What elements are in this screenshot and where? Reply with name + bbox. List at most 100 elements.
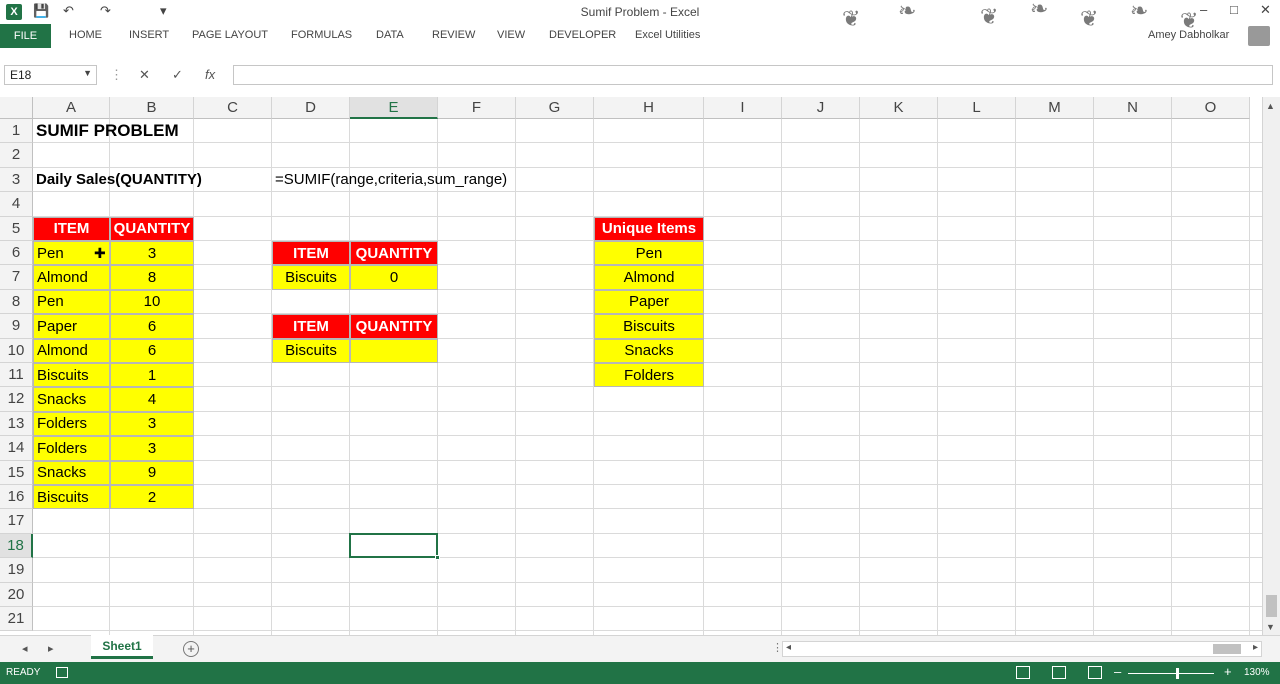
cell-a10[interactable]: Almond (33, 338, 110, 363)
row-header-21[interactable]: 21 (0, 607, 33, 632)
row-header-19[interactable]: 19 (0, 558, 33, 583)
row-header-14[interactable]: 14 (0, 436, 33, 461)
column-header-f[interactable]: F (438, 97, 516, 119)
column-header-j[interactable]: J (782, 97, 860, 119)
horizontal-scroll-thumb[interactable] (1213, 644, 1241, 654)
scroll-up-icon[interactable]: ▲ (1266, 101, 1275, 111)
zoom-slider-knob[interactable] (1176, 668, 1179, 679)
cell-a12[interactable]: Snacks (33, 387, 110, 412)
row-header-3[interactable]: 3 (0, 167, 33, 193)
row-header-9[interactable]: 9 (0, 314, 33, 339)
column-header-i[interactable]: I (704, 97, 782, 119)
tab-page-layout[interactable]: PAGE LAYOUT (192, 29, 268, 41)
chevron-down-icon[interactable]: ▼ (83, 68, 92, 78)
cell-b12[interactable]: 4 (110, 387, 194, 412)
page-layout-view-icon[interactable] (1052, 666, 1066, 679)
normal-view-icon[interactable] (1016, 666, 1030, 679)
cell-d3[interactable]: =SUMIF(range,criteria,sum_range) (272, 168, 507, 192)
column-header-m[interactable]: M (1016, 97, 1094, 119)
scroll-down-icon[interactable]: ▼ (1266, 622, 1275, 632)
zoom-slider[interactable] (1128, 673, 1214, 674)
cell-h9[interactable]: Biscuits (594, 314, 704, 339)
cell-b16[interactable]: 2 (110, 485, 194, 510)
insert-function-icon[interactable]: fx (205, 67, 215, 82)
row-header-13[interactable]: 13 (0, 411, 33, 437)
cell-a8[interactable]: Pen (33, 289, 110, 315)
select-all-corner[interactable] (0, 97, 33, 119)
zoom-in-icon[interactable]: + (1224, 664, 1232, 679)
column-header-b[interactable]: B (110, 97, 194, 119)
page-break-view-icon[interactable] (1088, 666, 1102, 679)
cell-d10[interactable]: Biscuits (272, 338, 350, 363)
column-header-n[interactable]: N (1094, 97, 1172, 119)
cell-h10[interactable]: Snacks (594, 338, 704, 363)
cell-e7[interactable]: 0 (350, 265, 438, 290)
column-header-l[interactable]: L (938, 97, 1016, 119)
cell-b7[interactable]: 8 (110, 265, 194, 290)
cell-d6[interactable]: ITEM (272, 241, 350, 266)
enter-icon[interactable]: ✓ (172, 67, 183, 83)
row-header-10[interactable]: 10 (0, 338, 33, 363)
cell-a16[interactable]: Biscuits (33, 485, 110, 510)
sheet-tab-sheet1[interactable]: Sheet1 (91, 635, 153, 659)
row-header-1[interactable]: 1 (0, 119, 33, 144)
tab-home[interactable]: HOME (69, 29, 102, 41)
vertical-scroll-thumb[interactable] (1266, 595, 1277, 617)
cell-a11[interactable]: Biscuits (33, 363, 110, 388)
name-box[interactable]: E18 ▼ (4, 65, 97, 85)
cancel-icon[interactable]: ✕ (139, 67, 150, 83)
user-name[interactable]: Amey Dabholkar (1148, 29, 1229, 41)
tab-excel-utilities[interactable]: Excel Utilities (635, 29, 700, 41)
cell-e10[interactable] (350, 338, 438, 363)
row-header-20[interactable]: 20 (0, 582, 33, 607)
column-header-d[interactable]: D (272, 97, 350, 119)
scroll-right-icon[interactable]: ▸ (1253, 642, 1258, 653)
tab-file[interactable]: FILE (0, 24, 51, 48)
cell-b14[interactable]: 3 (110, 436, 194, 461)
row-header-2[interactable]: 2 (0, 143, 33, 168)
cell-d7[interactable]: Biscuits (272, 265, 350, 290)
column-header-c[interactable]: C (194, 97, 272, 119)
cell-b10[interactable]: 6 (110, 338, 194, 363)
cell-a9[interactable]: Paper (33, 314, 110, 339)
row-header-6[interactable]: 6 (0, 241, 33, 266)
row-header-16[interactable]: 16 (0, 485, 33, 510)
tab-data[interactable]: DATA (376, 29, 404, 41)
cell-b6[interactable]: 3 (110, 241, 194, 266)
cell-b8[interactable]: 10 (110, 289, 194, 315)
row-header-17[interactable]: 17 (0, 509, 33, 534)
row-header-11[interactable]: 11 (0, 363, 33, 388)
cell-b15[interactable]: 9 (110, 460, 194, 485)
cell-b9[interactable]: 6 (110, 314, 194, 339)
tab-insert[interactable]: INSERT (129, 29, 169, 41)
cell-e9[interactable]: QUANTITY (350, 314, 438, 339)
next-sheet-icon[interactable]: ▸ (48, 642, 54, 655)
cell-h5[interactable]: Unique Items (594, 216, 704, 241)
cell-b11[interactable]: 1 (110, 363, 194, 388)
column-header-a[interactable]: A (33, 97, 110, 119)
cell-d9[interactable]: ITEM (272, 314, 350, 339)
tab-formulas[interactable]: FORMULAS (291, 29, 352, 41)
row-header-12[interactable]: 12 (0, 387, 33, 412)
cell-a1[interactable]: SUMIF PROBLEM (33, 119, 179, 143)
cell-h7[interactable]: Almond (594, 265, 704, 290)
cell-h8[interactable]: Paper (594, 289, 704, 315)
avatar[interactable] (1248, 26, 1270, 46)
minimize-icon[interactable]: – (1200, 2, 1207, 17)
cell-e6[interactable]: QUANTITY (350, 241, 438, 266)
column-header-k[interactable]: K (860, 97, 938, 119)
row-header-4[interactable]: 4 (0, 192, 33, 217)
column-header-o[interactable]: O (1172, 97, 1250, 119)
column-header-g[interactable]: G (516, 97, 594, 119)
restore-icon[interactable]: □ (1230, 2, 1238, 17)
horizontal-scrollbar[interactable]: ◂ ▸ (782, 641, 1262, 657)
prev-sheet-icon[interactable]: ◂ (22, 642, 28, 655)
macro-record-icon[interactable] (56, 667, 68, 678)
add-sheet-icon[interactable]: + (183, 641, 199, 657)
close-icon[interactable]: ✕ (1260, 2, 1271, 18)
cell-h11[interactable]: Folders (594, 363, 704, 388)
cell-b13[interactable]: 3 (110, 411, 194, 437)
scroll-left-icon[interactable]: ◂ (786, 642, 791, 653)
cell-a13[interactable]: Folders (33, 411, 110, 437)
column-header-e[interactable]: E (350, 97, 438, 119)
